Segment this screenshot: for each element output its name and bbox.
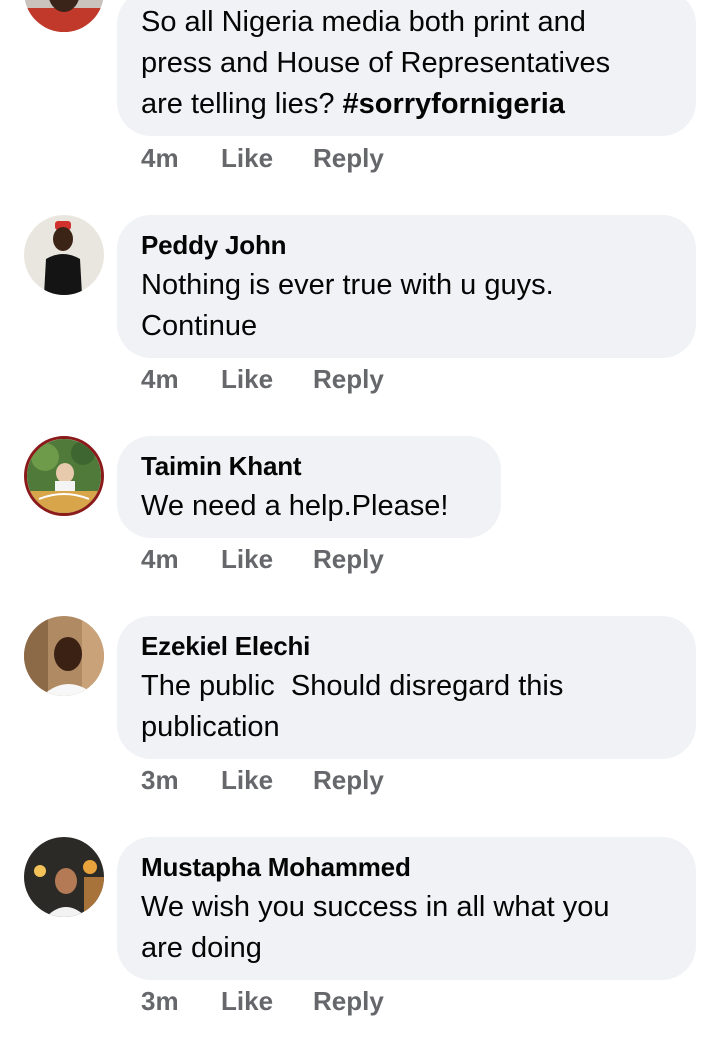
comment-actions: 4m Like Reply (141, 142, 384, 174)
avatar[interactable] (24, 0, 104, 32)
comment-actions: 4m Like Reply (141, 363, 384, 395)
comment-timestamp: 3m (141, 765, 179, 795)
avatar[interactable] (24, 837, 104, 917)
avatar-image (24, 616, 104, 696)
comment-text: So all Nigeria media both print and pres… (141, 6, 611, 120)
avatar-image (24, 0, 104, 32)
comment-author[interactable]: Peddy John (141, 229, 672, 261)
avatar[interactable] (24, 436, 104, 516)
avatar-image (27, 439, 101, 513)
like-button[interactable]: Like (221, 363, 313, 395)
comment-bubble: So all Nigeria media both print and pres… (117, 0, 696, 136)
comment-bubble: Taimin Khant We need a help.Please! (117, 436, 501, 538)
comment-actions: 4m Like Reply (141, 543, 384, 575)
comment-author[interactable]: Ezekiel Elechi (141, 630, 672, 662)
comment-timestamp: 4m (141, 143, 179, 173)
comment-bubble: Mustapha Mohammed We wish you success in… (117, 837, 696, 980)
comment-text: We wish you success in all what you are … (141, 891, 610, 964)
like-button[interactable]: Like (221, 764, 313, 796)
comment-actions: 3m Like Reply (141, 764, 384, 796)
avatar[interactable] (24, 616, 104, 696)
comment-bubble: Ezekiel Elechi The public Should disrega… (117, 616, 696, 759)
like-button[interactable]: Like (221, 543, 313, 575)
hashtag-link[interactable]: #sorryfornigeria (343, 88, 565, 120)
reply-button[interactable]: Reply (313, 543, 384, 575)
reply-button[interactable]: Reply (313, 764, 384, 796)
avatar-image (24, 837, 104, 917)
comment-timestamp: 4m (141, 544, 179, 574)
comment-timestamp: 4m (141, 364, 179, 394)
comment-text: The public Should disregard this publica… (141, 670, 564, 743)
like-button[interactable]: Like (221, 985, 313, 1017)
reply-button[interactable]: Reply (313, 985, 384, 1017)
comment-bubble: Peddy John Nothing is ever true with u g… (117, 215, 696, 358)
comment-timestamp: 3m (141, 986, 179, 1016)
reply-button[interactable]: Reply (313, 142, 384, 174)
comment-author[interactable]: Mustapha Mohammed (141, 851, 672, 883)
comment-actions: 3m Like Reply (141, 985, 384, 1017)
avatar-image (24, 215, 104, 295)
comment-author[interactable]: Taimin Khant (141, 450, 477, 482)
like-button[interactable]: Like (221, 142, 313, 174)
avatar[interactable] (24, 215, 104, 295)
comment-text: We need a help.Please! (141, 490, 449, 522)
reply-button[interactable]: Reply (313, 363, 384, 395)
comment-text: Nothing is ever true with u guys. Contin… (141, 269, 554, 342)
